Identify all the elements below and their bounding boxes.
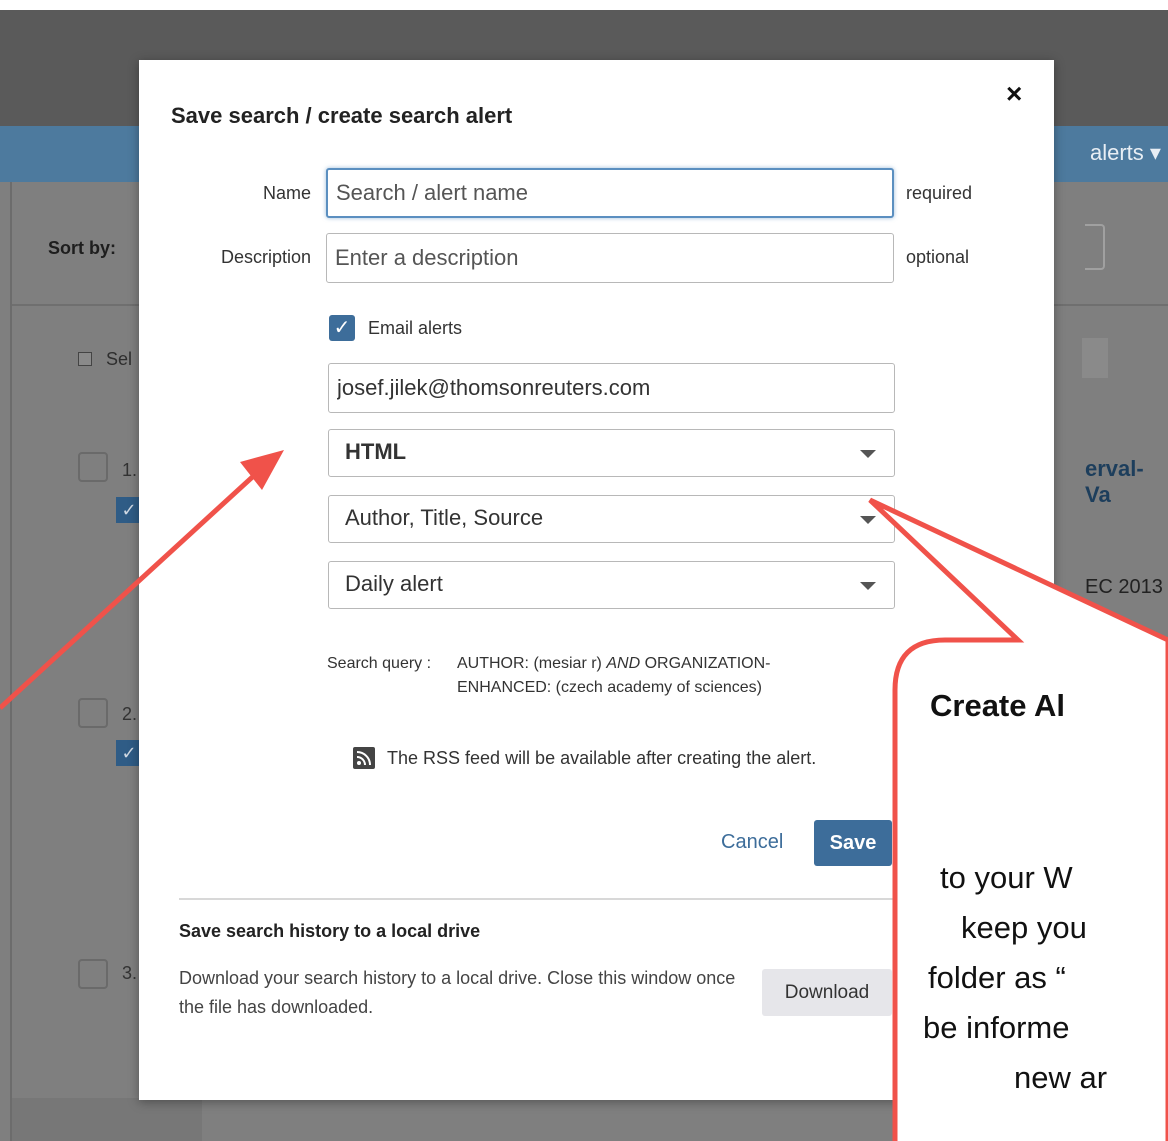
callout-line: new ar: [1014, 1060, 1108, 1095]
callout-line: keep you: [961, 910, 1087, 945]
callout-title: Create Al: [930, 688, 1065, 723]
callout-line: folder as “: [928, 960, 1066, 995]
left-arrow-shaft: [0, 468, 262, 710]
callout-line: to your W: [940, 860, 1073, 895]
callout-line: be informe: [923, 1010, 1070, 1045]
